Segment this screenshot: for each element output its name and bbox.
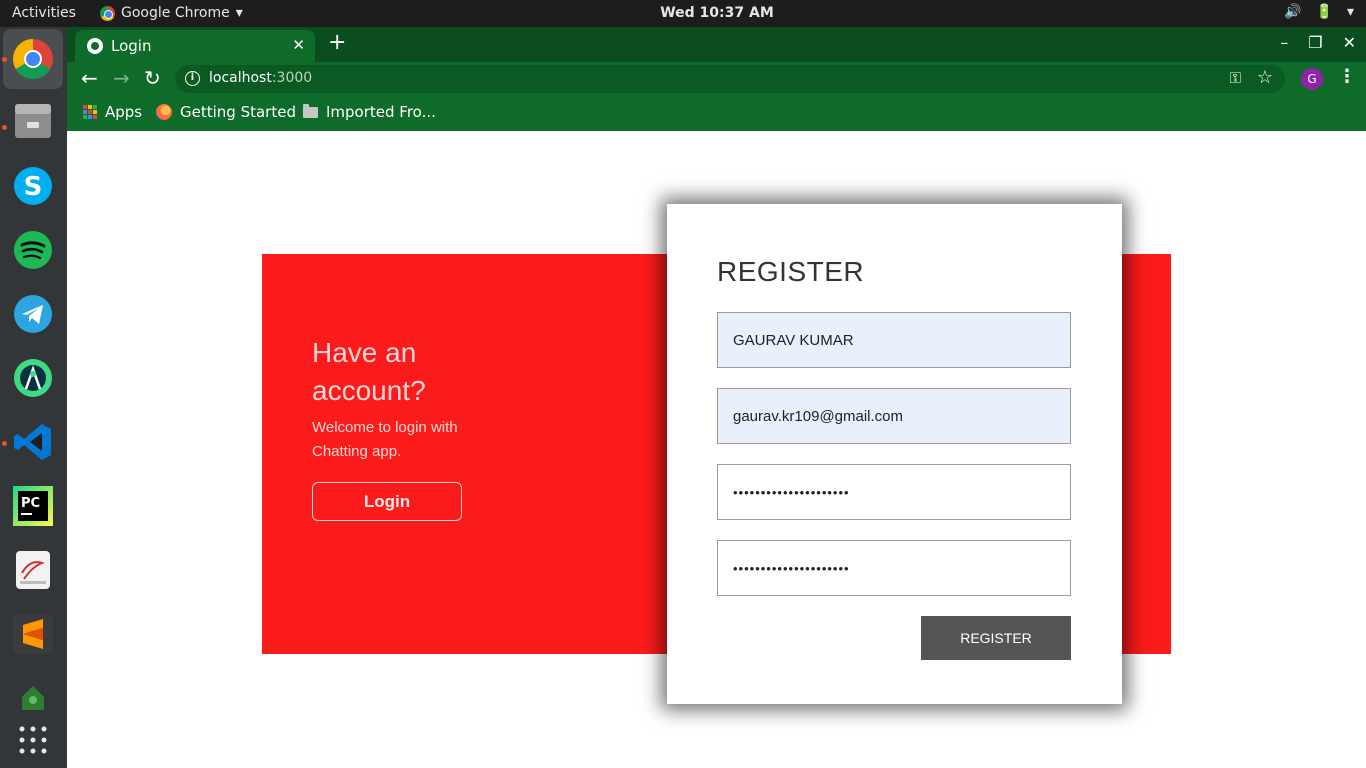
tab-title: Login [111, 37, 152, 55]
bookmark-apps[interactable]: Apps [83, 103, 142, 121]
register-card: REGISTER GAURAV KUMAR gaurav.kr109@gmail… [667, 204, 1122, 704]
battery-icon: 🔋 [1315, 4, 1333, 20]
login-button[interactable]: Login [312, 482, 462, 521]
bookmark-label: Apps [105, 103, 143, 121]
back-button[interactable]: ← [81, 67, 98, 89]
dock: S PC [0, 27, 67, 768]
login-heading: Have an account? [312, 337, 426, 406]
vscode-icon [14, 424, 51, 460]
bookmark-imported-folder[interactable]: Imported Fro... [303, 103, 436, 121]
register-button[interactable]: REGISTER [921, 616, 1071, 660]
lock-icon [22, 686, 44, 710]
close-window-button[interactable]: ✕ [1343, 33, 1356, 52]
login-subtext: Welcome to login with Chatting app. [312, 419, 458, 460]
system-top-bar: Activities Google Chrome ▾ Wed 10:37 AM … [0, 0, 1366, 27]
reload-button[interactable]: ↻ [144, 67, 161, 89]
dock-chrome[interactable] [3, 29, 63, 89]
name-field[interactable]: GAURAV KUMAR [717, 312, 1071, 368]
grid-icon [19, 726, 47, 754]
maximize-button[interactable]: ❐ [1308, 33, 1322, 52]
email-field[interactable]: gaurav.kr109@gmail.com [717, 388, 1071, 444]
dock-telegram[interactable] [10, 291, 56, 337]
dock-sublime-text[interactable] [10, 611, 56, 657]
star-icon[interactable]: ☆ [1257, 67, 1273, 88]
tab-login[interactable]: Login ✕ [75, 30, 315, 62]
running-indicator [2, 441, 7, 446]
dock-files[interactable] [10, 98, 56, 144]
files-icon [15, 104, 51, 138]
bookmark-getting-started[interactable]: Getting Started [156, 103, 296, 121]
spotify-icon [14, 231, 52, 269]
password-field[interactable]: ••••••••••••••••••••• [717, 464, 1071, 520]
svg-text:PC: PC [21, 496, 40, 511]
minimize-button[interactable]: – [1280, 33, 1288, 52]
register-title: REGISTER [717, 256, 865, 287]
key-icon[interactable]: ⚿ [1230, 69, 1241, 87]
tab-strip: Login ✕ + – ❐ ✕ [67, 27, 1366, 62]
apps-icon [83, 105, 97, 119]
svg-text:S: S [24, 172, 43, 202]
firefox-icon [156, 104, 172, 120]
url-port: :3000 [271, 70, 313, 86]
telegram-icon [14, 295, 52, 333]
running-indicator [2, 125, 7, 130]
skype-icon: S [14, 167, 52, 205]
url-host: localhost [209, 70, 272, 86]
sublime-text-icon [13, 614, 53, 654]
profile-avatar[interactable]: G [1301, 68, 1323, 90]
running-indicator [2, 57, 7, 62]
system-tray[interactable]: 🔊 🔋 ▾ [1284, 4, 1354, 20]
bookmark-label: Getting Started [180, 103, 296, 121]
bookmarks-bar: Apps Getting Started Imported Fro... [67, 96, 1366, 131]
dock-skype[interactable]: S [10, 163, 56, 209]
clock[interactable]: Wed 10:37 AM [0, 5, 1366, 21]
dock-lock[interactable] [10, 675, 56, 721]
dock-vscode[interactable] [10, 419, 56, 465]
android-studio-icon [14, 359, 52, 397]
info-icon[interactable]: i [185, 71, 200, 86]
dock-android-studio[interactable] [10, 355, 56, 401]
pycharm-icon: PC [13, 486, 53, 526]
globe-icon [87, 38, 103, 54]
folder-icon [303, 103, 318, 118]
document-viewer-icon [16, 551, 50, 589]
close-icon[interactable]: ✕ [292, 36, 305, 54]
forward-button[interactable]: → [113, 67, 130, 89]
dock-document-viewer[interactable] [10, 547, 56, 593]
new-tab-button[interactable]: + [328, 32, 346, 54]
dock-pycharm[interactable]: PC [10, 483, 56, 529]
url-text: localhost:3000 [209, 70, 312, 86]
bookmark-label: Imported Fro... [326, 103, 436, 121]
address-bar[interactable]: i localhost:3000 ⚿ ☆ [175, 65, 1285, 93]
page-content: Have an account? Welcome to login with C… [67, 131, 1366, 768]
browser-toolbar: ← → ↻ i localhost:3000 ⚿ ☆ G ⋮ [67, 62, 1366, 96]
menu-icon[interactable]: ⋮ [1338, 66, 1356, 87]
volume-icon: 🔊 [1284, 4, 1302, 20]
show-applications-button[interactable] [10, 717, 56, 763]
confirm-password-field[interactable]: ••••••••••••••••••••• [717, 540, 1071, 596]
dock-spotify[interactable] [10, 227, 56, 273]
window-controls: – ❐ ✕ [1280, 33, 1356, 52]
chevron-down-icon: ▾ [1346, 4, 1354, 20]
chrome-icon [13, 39, 53, 79]
